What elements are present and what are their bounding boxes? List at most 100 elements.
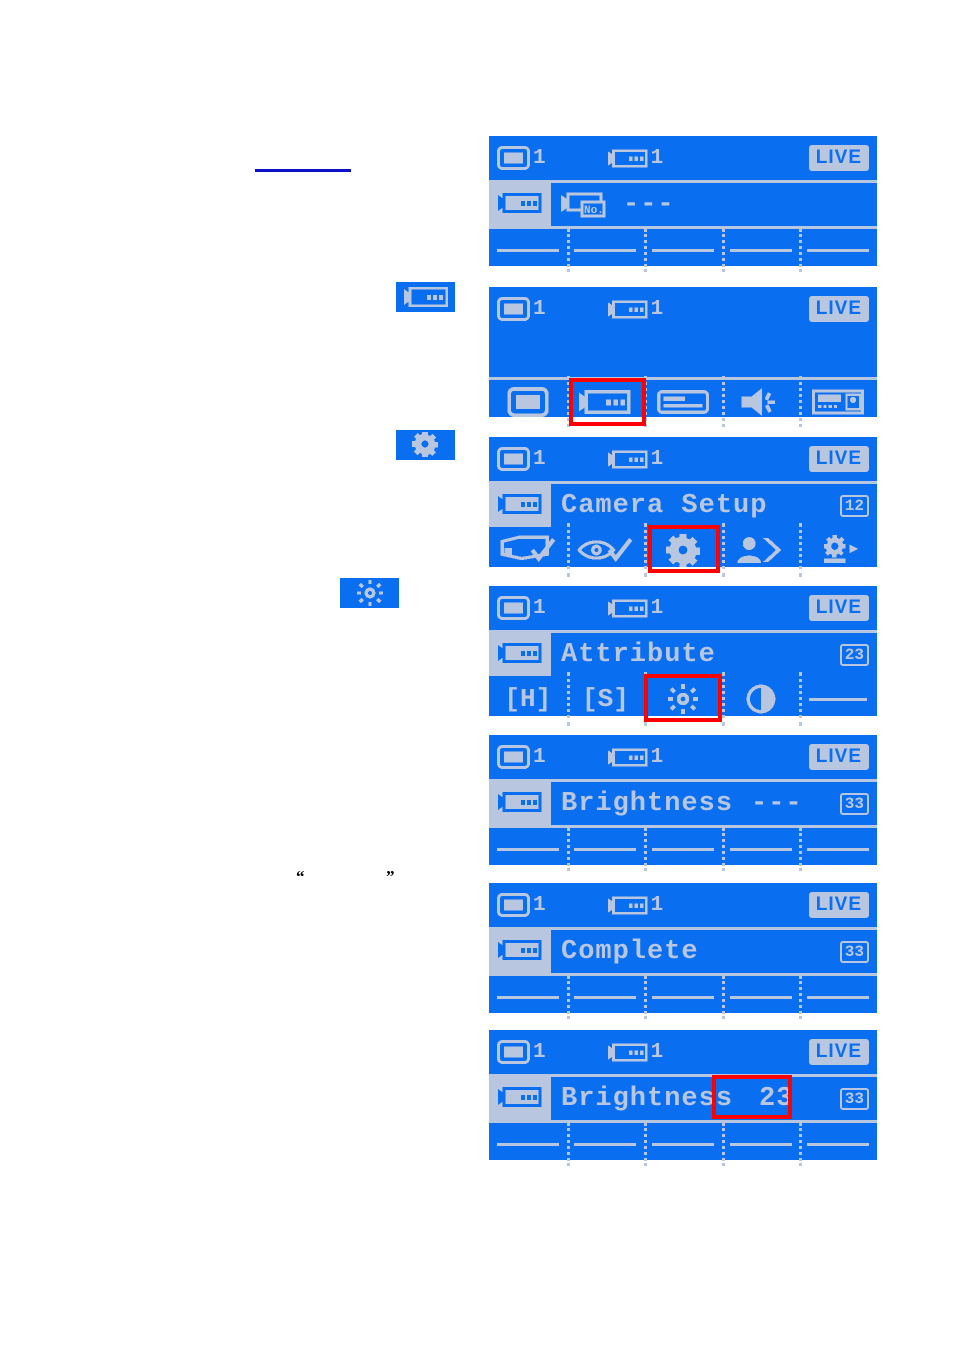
footer-cell-5[interactable]	[799, 1123, 877, 1166]
footer-cell-2[interactable]	[566, 1123, 645, 1166]
monitor-indicator: 1	[497, 447, 546, 471]
menu-item-saturation[interactable]: [S]	[566, 672, 645, 726]
camera-number-value: ---	[623, 189, 675, 220]
camera-icon	[607, 1042, 648, 1062]
page-indicator: 33	[839, 1087, 869, 1110]
menu-row	[489, 376, 877, 427]
footer-cell-5[interactable]	[799, 229, 877, 272]
camera-indicator: 1	[607, 894, 663, 917]
monitor-icon	[497, 893, 530, 917]
dash-icon	[651, 996, 714, 999]
camera-icon	[498, 792, 542, 812]
title-body: Camera Setup 12	[551, 481, 877, 527]
badge-camera-icon	[396, 282, 455, 312]
monitor-indicator: 1	[497, 146, 546, 170]
menu-item-camera-settings[interactable]	[799, 523, 877, 577]
footer-cell-2[interactable]	[566, 976, 645, 1019]
osd-panel-main-menu: 1 1 LIVE	[489, 287, 877, 427]
camera-no-icon: No.	[561, 192, 606, 217]
brightness-icon	[667, 684, 698, 714]
status-bar: 1 1 LIVE	[489, 586, 877, 630]
page-title: Complete	[561, 936, 699, 967]
speaker-icon	[741, 387, 775, 416]
page-root: “ ” 1 1 LIVE No. --- 1 1 LIVE 1 1 LIVE C…	[0, 0, 954, 1354]
camera-icon	[607, 148, 648, 168]
menu-item-hue-label: [H]	[504, 684, 552, 714]
footer-cell-3[interactable]	[644, 1123, 722, 1166]
live-badge: LIVE	[808, 1039, 869, 1065]
footer-cell-4[interactable]	[721, 828, 800, 871]
menu-item-attribute[interactable]	[644, 523, 722, 577]
footer-cell-4[interactable]	[721, 976, 800, 1019]
status-bar: 1 1 LIVE	[489, 1030, 877, 1074]
menu-item-view[interactable]	[566, 523, 645, 577]
menu-item-brightness[interactable]	[644, 672, 722, 726]
footer-cell-1[interactable]	[489, 1123, 567, 1166]
camera-icon	[403, 287, 448, 307]
title-tab-camera[interactable]	[489, 630, 551, 676]
title-tab-camera[interactable]	[489, 927, 551, 973]
footer-cell-3[interactable]	[644, 828, 722, 871]
title-tab-camera[interactable]	[489, 481, 551, 527]
dash-icon	[729, 848, 792, 851]
monitor-icon	[497, 1040, 530, 1064]
menu-item-blank[interactable]	[799, 672, 877, 726]
page-title: Camera Setup	[561, 490, 768, 521]
camera-icon	[498, 494, 542, 514]
monitor-icon	[497, 297, 530, 321]
page-indicator: 12	[839, 494, 869, 517]
dash-icon	[496, 848, 559, 851]
camera-icon	[607, 299, 648, 319]
footer-cell-4[interactable]	[721, 1123, 800, 1166]
dash-icon	[729, 996, 792, 999]
title-tab-camera[interactable]	[489, 1074, 551, 1120]
title-tab-camera[interactable]	[489, 779, 551, 825]
title-body: Complete 33	[551, 927, 877, 973]
menu-item-monitor[interactable]	[489, 380, 567, 423]
dash-icon	[574, 1143, 637, 1146]
title-row: Attribute 23	[489, 630, 877, 676]
footer-cell-4[interactable]	[721, 229, 800, 272]
footer-cell-1[interactable]	[489, 229, 567, 272]
footer-cell-1[interactable]	[489, 976, 567, 1019]
footer-cell-2[interactable]	[566, 229, 645, 272]
footer-cell-2[interactable]	[566, 828, 645, 871]
monitor-number: 1	[533, 893, 546, 917]
menu-item-recorder[interactable]	[644, 376, 722, 427]
menu-item-camera[interactable]	[566, 376, 645, 427]
footer-cell-5[interactable]	[799, 828, 877, 871]
dash-icon	[729, 249, 792, 252]
menu-item-scene[interactable]	[489, 527, 567, 573]
footer-row	[489, 973, 877, 1019]
footer-cell-5[interactable]	[799, 976, 877, 1019]
menu-item-hue[interactable]: [H]	[489, 676, 567, 722]
footer-cell-3[interactable]	[644, 229, 722, 272]
page-title: Brightness	[561, 788, 734, 819]
camera-icon	[498, 1087, 542, 1107]
camera-indicator: 1	[607, 448, 663, 471]
monitor-icon	[507, 386, 549, 417]
title-row: Camera Setup 12	[489, 481, 877, 527]
live-badge: LIVE	[808, 296, 869, 322]
footer-row	[489, 825, 877, 871]
monitor-number: 1	[533, 1040, 546, 1064]
camera-icon	[607, 449, 648, 469]
footer-row	[489, 1120, 877, 1166]
empty-body	[489, 331, 877, 377]
footer-cell-1[interactable]	[489, 828, 567, 871]
camera-icon	[607, 747, 648, 767]
menu-item-contrast[interactable]	[721, 672, 800, 726]
osd-panel-brightness-value: 1 1 LIVE Brightness 23 33	[489, 1030, 877, 1166]
footer-cell-3[interactable]	[644, 976, 722, 1019]
menu-row	[489, 523, 877, 577]
dash-icon	[809, 697, 868, 701]
camera-icon	[498, 940, 542, 960]
camera-indicator: 1	[607, 746, 663, 769]
svg-text:No.: No.	[584, 205, 604, 217]
quote-open-mark: “	[296, 867, 305, 886]
menu-item-audio[interactable]	[721, 376, 800, 427]
monitor-indicator: 1	[497, 596, 546, 620]
menu-item-privacy[interactable]	[721, 523, 800, 577]
menu-item-system[interactable]	[799, 376, 877, 427]
title-tab-camera[interactable]	[489, 180, 551, 226]
